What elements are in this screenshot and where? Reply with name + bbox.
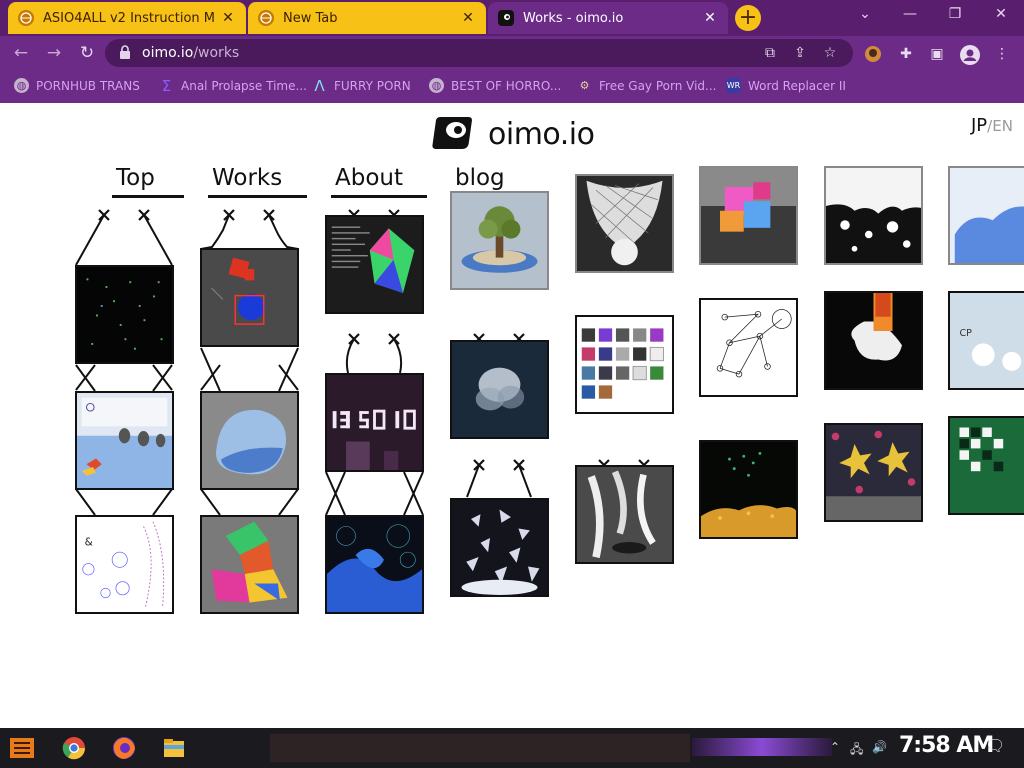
work-thumbnail-ribbons[interactable] [575, 465, 674, 564]
file-explorer-icon[interactable] [160, 735, 188, 761]
work-thumbnail-sparks-gold[interactable] [699, 440, 798, 539]
bookmark-item[interactable]: Σ Anal Prolapse Time... [159, 76, 307, 95]
address-bar[interactable]: oimo.io/works ⧉ ⇪ ☆ [105, 39, 853, 67]
work-thumbnail-reversi-board[interactable] [948, 416, 1024, 515]
work-thumbnail-physics-cubes[interactable] [200, 248, 299, 347]
work-thumbnail-snowy-scene[interactable]: CP [948, 291, 1024, 390]
work-thumbnail-spiky-balls[interactable] [824, 423, 923, 522]
browser-tab-bar: ASIO4ALL v2 Instruction Man ✕ New Tab ✕ … [0, 0, 1024, 36]
browser-toolbar: ← → ↻ oimo.io/works ⧉ ⇪ ☆ ✚ ▣ ⋮ [0, 36, 1024, 70]
nav-about[interactable]: About [331, 165, 427, 198]
work-thumbnail-cloth-sphere[interactable] [575, 174, 674, 273]
tray-chevron-icon[interactable]: ⌃ [830, 740, 840, 754]
bookmark-item[interactable]: ◍ BEST OF HORRO... [429, 78, 561, 93]
tab-search-chevron-icon[interactable]: ⌄ [853, 6, 877, 22]
lambda-icon: Λ [314, 76, 325, 95]
work-thumbnail-water-tank[interactable] [75, 391, 174, 490]
profile-extension-icon[interactable] [864, 45, 882, 63]
translate-icon[interactable]: ⧉ [761, 44, 779, 62]
bookmark-item[interactable]: ⚙ Free Gay Porn Vid... [577, 78, 717, 93]
tab-new-tab[interactable]: New Tab ✕ [248, 2, 486, 34]
windows-taskbar: ⌃ 🖧 🔊 7:58 AM 🗨 [0, 728, 1024, 768]
work-thumbnail-color-blocks[interactable] [200, 515, 299, 614]
svg-text:&: & [85, 537, 93, 549]
work-thumbnail-ink-noise[interactable] [824, 166, 923, 265]
start-menu-icon[interactable] [8, 733, 38, 763]
globe-icon: ◍ [14, 78, 29, 93]
work-thumbnail-blue-fluid[interactable] [325, 515, 424, 614]
minimize-button[interactable]: — [898, 6, 922, 22]
bookmark-item[interactable]: WR Word Replacer II [726, 78, 846, 93]
work-thumbnail-icon-grid[interactable] [575, 315, 674, 414]
work-thumbnail-circles-sketch[interactable]: & [75, 515, 174, 614]
side-panel-icon[interactable]: ▣ [928, 45, 946, 63]
extensions-puzzle-icon[interactable]: ✚ [897, 45, 915, 63]
close-window-button[interactable]: ✕ [989, 6, 1013, 22]
forward-button[interactable]: → [43, 42, 65, 64]
chrome-globe-icon [258, 10, 274, 26]
work-thumbnail-blue-clouds[interactable] [948, 166, 1024, 265]
language-switcher: JP/EN [971, 115, 1013, 136]
svg-text:CP: CP [960, 328, 973, 339]
chrome-globe-icon [18, 10, 34, 26]
work-thumbnail-smoke[interactable] [450, 340, 549, 439]
work-thumbnail-lava-blob[interactable] [824, 291, 923, 390]
back-button[interactable]: ← [10, 42, 32, 64]
oimo-favicon-icon [498, 10, 514, 26]
url-text: oimo.io/works [142, 45, 240, 61]
tab-close-icon[interactable]: ✕ [460, 10, 476, 26]
work-thumbnail-glass-blob[interactable] [200, 391, 299, 490]
work-thumbnail-particles[interactable] [75, 265, 174, 364]
new-tab-button[interactable]: + [735, 5, 761, 31]
oimo-logo-icon[interactable] [432, 113, 472, 153]
bookmark-item[interactable]: Λ FURRY PORN [312, 76, 410, 95]
work-thumbnail-shards[interactable] [450, 498, 549, 597]
work-thumbnail-graph-network[interactable] [699, 298, 798, 397]
gear-icon: ⚙ [579, 79, 590, 92]
network-icon[interactable]: 🖧 [850, 740, 863, 761]
share-icon[interactable]: ⇪ [791, 44, 809, 62]
taskbar-clock[interactable]: 7:58 AM [899, 733, 994, 758]
notifications-icon[interactable]: 🗨 [985, 736, 1005, 755]
work-thumbnail-digital-clock[interactable] [325, 373, 424, 472]
work-thumbnail-code-cube[interactable] [325, 215, 424, 314]
volume-icon[interactable]: 🔊 [872, 740, 887, 754]
chrome-icon[interactable] [60, 735, 88, 761]
menu-kebab-icon[interactable]: ⋮ [993, 45, 1011, 63]
tab-close-icon[interactable]: ✕ [702, 10, 718, 26]
nav-works[interactable]: Works [208, 165, 307, 198]
globe-icon: ◍ [429, 78, 444, 93]
tab-title: Works - oimo.io [523, 10, 624, 26]
tab-close-icon[interactable]: ✕ [220, 10, 236, 26]
firefox-icon[interactable] [110, 735, 138, 761]
taskbar-decoration [692, 738, 832, 756]
work-thumbnail-tree-island[interactable] [450, 191, 549, 290]
oimo-works-page: oimo.io JP/EN Top Works About blog & CP [0, 103, 1024, 728]
work-thumbnail-voxel-sculpture[interactable] [699, 166, 798, 265]
bookmark-item[interactable]: ◍ PORNHUB TRANS [14, 78, 140, 93]
tab-works-oimo[interactable]: Works - oimo.io ✕ [488, 2, 728, 34]
tab-title: ASIO4ALL v2 Instruction Man [43, 10, 214, 26]
lang-en-link[interactable]: EN [992, 117, 1013, 135]
sigma-icon: Σ [161, 76, 172, 95]
site-name[interactable]: oimo.io [488, 117, 595, 152]
tab-title: New Tab [283, 10, 338, 26]
bookmark-star-icon[interactable]: ☆ [821, 44, 839, 62]
reload-button[interactable]: ↻ [76, 42, 98, 64]
profile-avatar-icon[interactable] [960, 45, 980, 65]
tab-asio4all[interactable]: ASIO4ALL v2 Instruction Man ✕ [8, 2, 246, 34]
nav-top[interactable]: Top [112, 165, 184, 198]
lock-icon[interactable] [119, 45, 131, 59]
wr-icon: WR [726, 78, 741, 93]
bookmarks-bar: ◍ PORNHUB TRANS Σ Anal Prolapse Time... … [0, 70, 1024, 103]
taskbar-wallpaper-strip [270, 734, 690, 762]
restore-button[interactable]: ❐ [943, 6, 967, 22]
lang-jp-link[interactable]: JP [971, 115, 987, 136]
